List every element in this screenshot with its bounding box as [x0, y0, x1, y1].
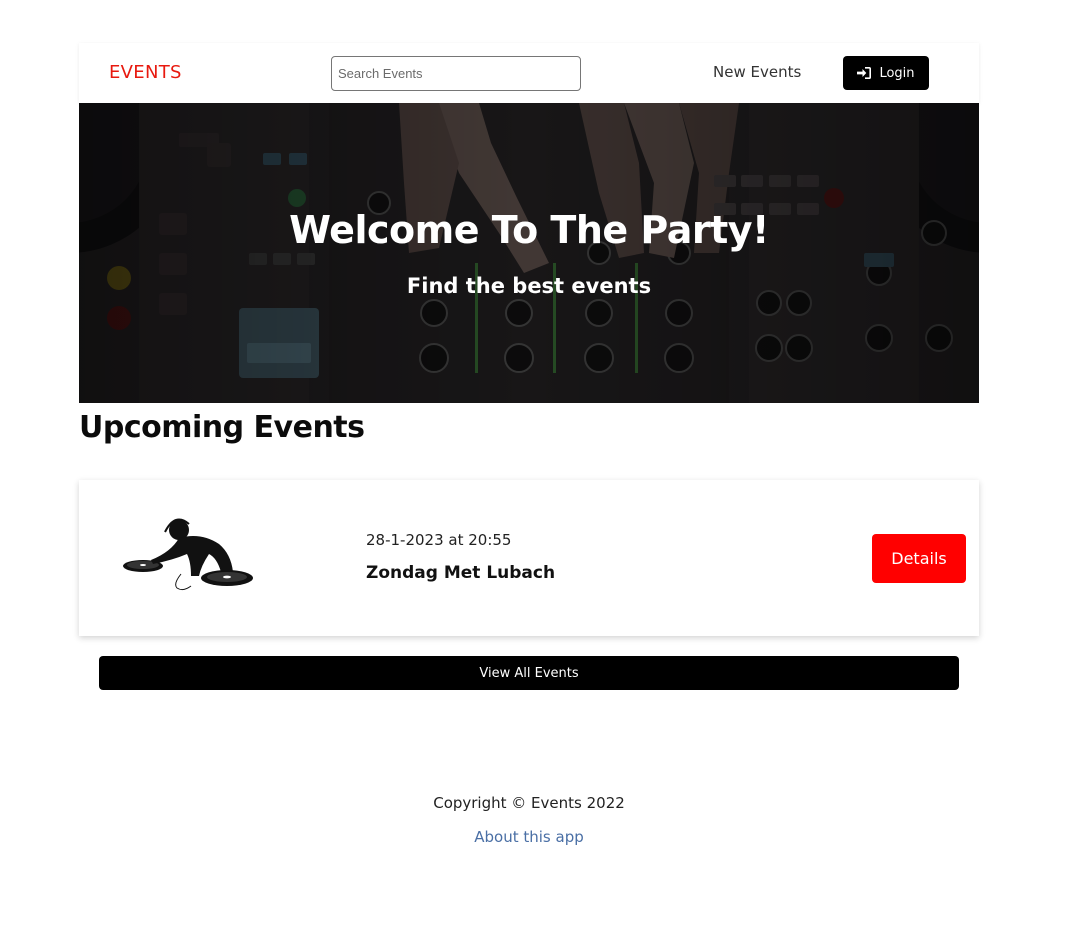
brand-logo[interactable]: EVENTS — [109, 62, 182, 83]
sign-in-icon — [857, 67, 872, 79]
upcoming-events-heading: Upcoming Events — [79, 410, 365, 445]
search-input[interactable] — [331, 56, 581, 91]
hero-banner: Welcome To The Party! Find the best even… — [79, 103, 979, 403]
new-events-link[interactable]: New Events — [713, 63, 801, 81]
top-navbar: EVENTS New Events Login — [79, 43, 979, 103]
view-all-events-button[interactable]: View All Events — [99, 656, 959, 690]
footer-copyright: Copyright © Events 2022 — [433, 794, 625, 812]
hero-title: Welcome To The Party! — [289, 208, 769, 252]
event-details-button[interactable]: Details — [872, 534, 966, 583]
dj-silhouette-image — [123, 518, 253, 591]
dj-mixer-background-image — [79, 103, 979, 403]
event-date: 28-1-2023 at 20:55 — [366, 531, 512, 549]
event-card: 28-1-2023 at 20:55 Zondag Met Lubach Det… — [79, 480, 979, 636]
about-app-link[interactable]: About this app — [0, 828, 1058, 846]
hero-subtitle: Find the best events — [406, 274, 652, 298]
login-button[interactable]: Login — [843, 56, 929, 90]
login-label: Login — [879, 65, 915, 81]
event-name: Zondag Met Lubach — [366, 563, 556, 583]
